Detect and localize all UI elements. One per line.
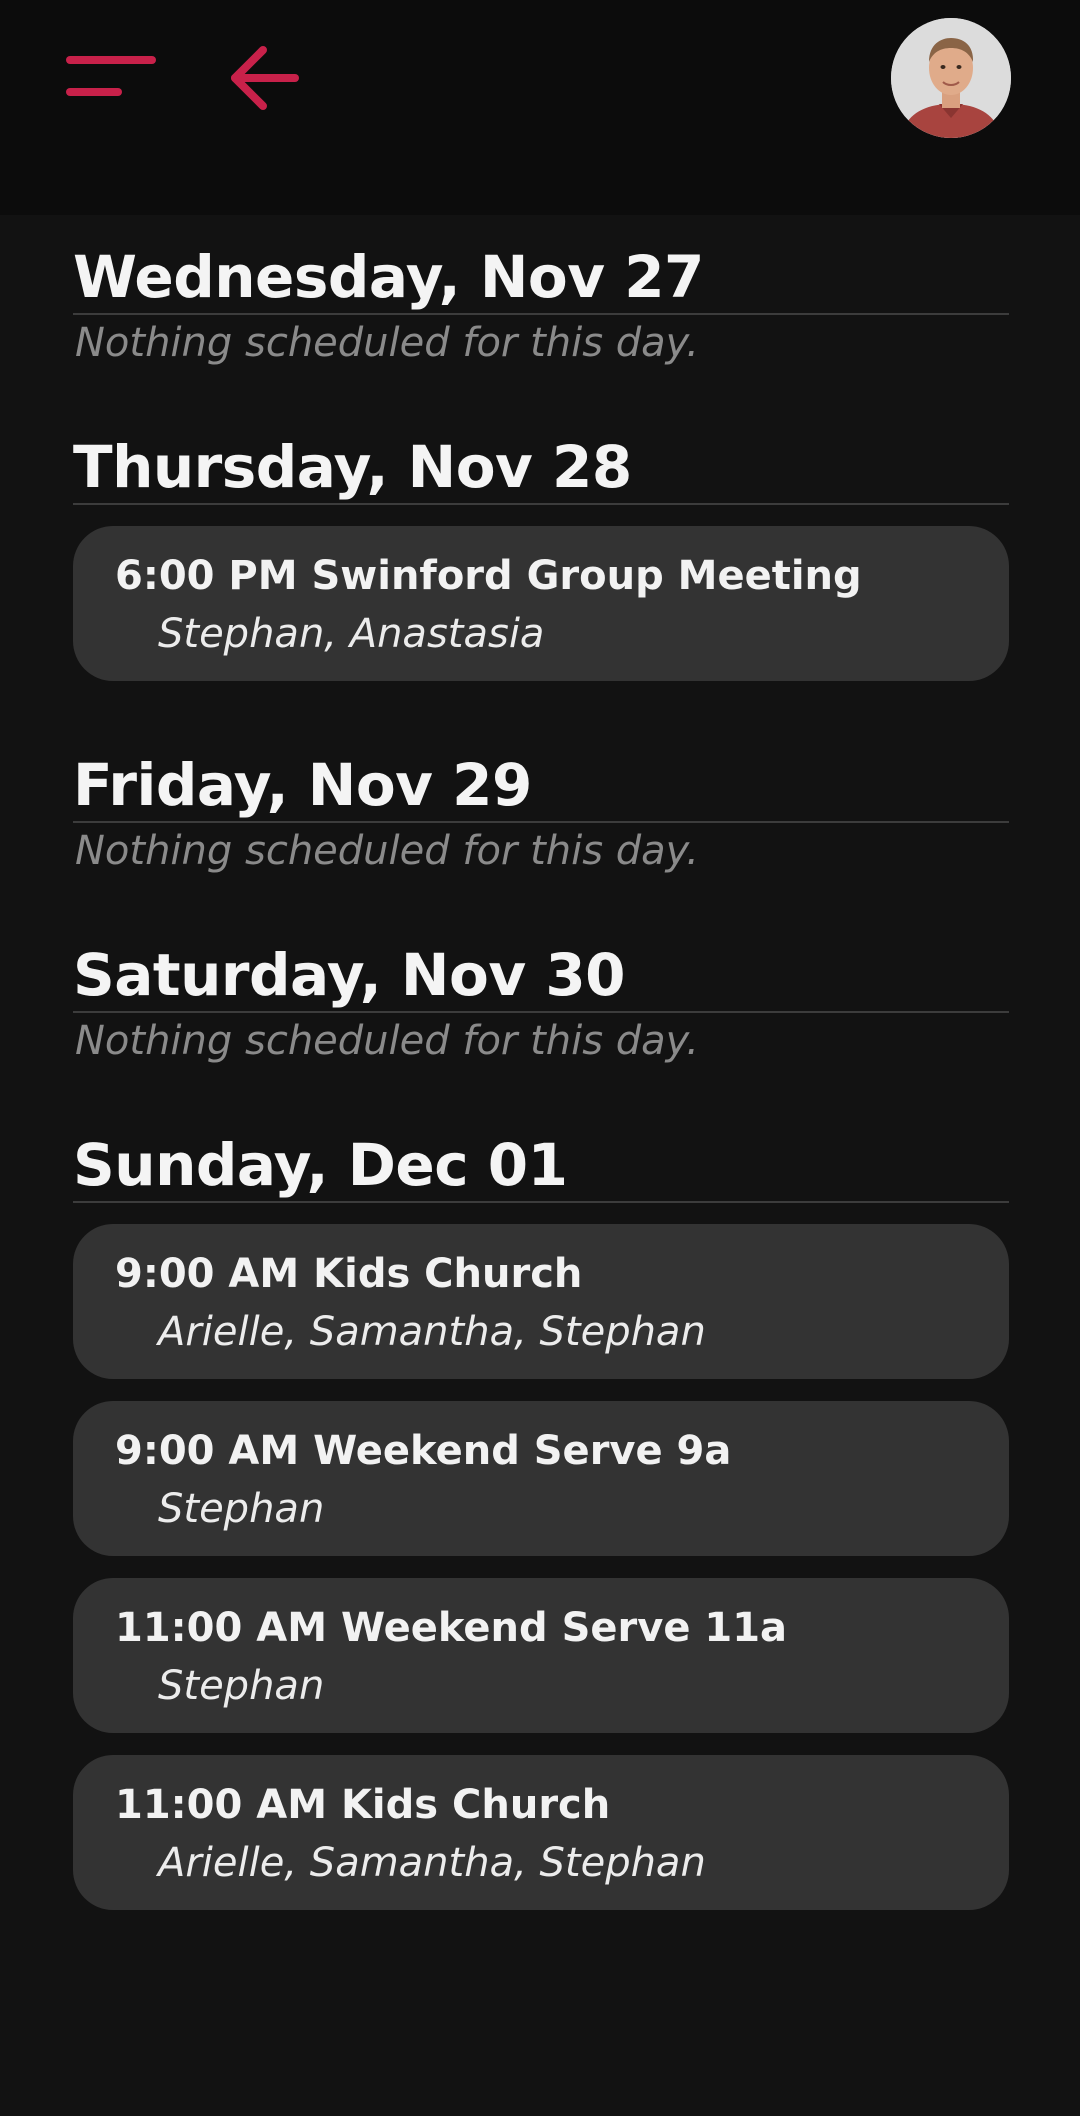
day-title: Friday, Nov 29 — [73, 751, 532, 819]
event-people: Stephan, Anastasia — [158, 611, 545, 657]
day-title: Thursday, Nov 28 — [73, 433, 632, 501]
day-section: Friday, Nov 29 Nothing scheduled for thi… — [73, 753, 1009, 879]
event-people: Arielle, Samantha, Stephan — [158, 1309, 706, 1355]
back-button[interactable] — [225, 40, 305, 120]
day-section: Sunday, Dec 01 9:00 AM Kids Church Ariel… — [73, 1133, 1009, 1910]
event-title: 11:00 AM Weekend Serve 11a — [115, 1605, 788, 1651]
event-card[interactable]: 6:00 PM Swinford Group Meeting Stephan, … — [73, 526, 1009, 681]
event-people: Arielle, Samantha, Stephan — [158, 1840, 706, 1886]
avatar-icon — [891, 18, 1011, 138]
empty-day-message: Nothing scheduled for this day. — [75, 828, 699, 874]
event-card[interactable]: 11:00 AM Weekend Serve 11a Stephan — [73, 1578, 1009, 1733]
arrow-left-icon — [231, 46, 299, 110]
top-app-bar — [0, 0, 1080, 215]
day-section: Thursday, Nov 28 6:00 PM Swinford Group … — [73, 435, 1009, 681]
day-divider — [73, 1201, 1009, 1203]
event-list: 6:00 PM Swinford Group Meeting Stephan, … — [73, 526, 1009, 681]
event-people: Stephan — [158, 1663, 325, 1709]
event-title: 9:00 AM Weekend Serve 9a — [115, 1428, 732, 1474]
event-title: 9:00 AM Kids Church — [115, 1251, 583, 1297]
schedule-list: Wednesday, Nov 27 Nothing scheduled for … — [73, 215, 1009, 1932]
day-divider — [73, 503, 1009, 505]
event-card[interactable]: 11:00 AM Kids Church Arielle, Samantha, … — [73, 1755, 1009, 1910]
day-title: Sunday, Dec 01 — [73, 1131, 568, 1199]
user-avatar[interactable] — [891, 18, 1011, 138]
day-section: Saturday, Nov 30 Nothing scheduled for t… — [73, 943, 1009, 1069]
day-section: Wednesday, Nov 27 Nothing scheduled for … — [73, 215, 1009, 371]
event-title: 11:00 AM Kids Church — [115, 1782, 611, 1828]
day-title: Saturday, Nov 30 — [73, 941, 626, 1009]
event-people: Stephan — [158, 1486, 325, 1532]
day-title: Wednesday, Nov 27 — [73, 243, 704, 311]
event-title: 6:00 PM Swinford Group Meeting — [115, 553, 862, 599]
hamburger-menu-icon — [66, 56, 156, 96]
event-card[interactable]: 9:00 AM Kids Church Arielle, Samantha, S… — [73, 1224, 1009, 1379]
event-card[interactable]: 9:00 AM Weekend Serve 9a Stephan — [73, 1401, 1009, 1556]
menu-button[interactable] — [60, 50, 160, 105]
empty-day-message: Nothing scheduled for this day. — [75, 320, 699, 366]
event-list: 9:00 AM Kids Church Arielle, Samantha, S… — [73, 1224, 1009, 1910]
empty-day-message: Nothing scheduled for this day. — [75, 1018, 699, 1064]
